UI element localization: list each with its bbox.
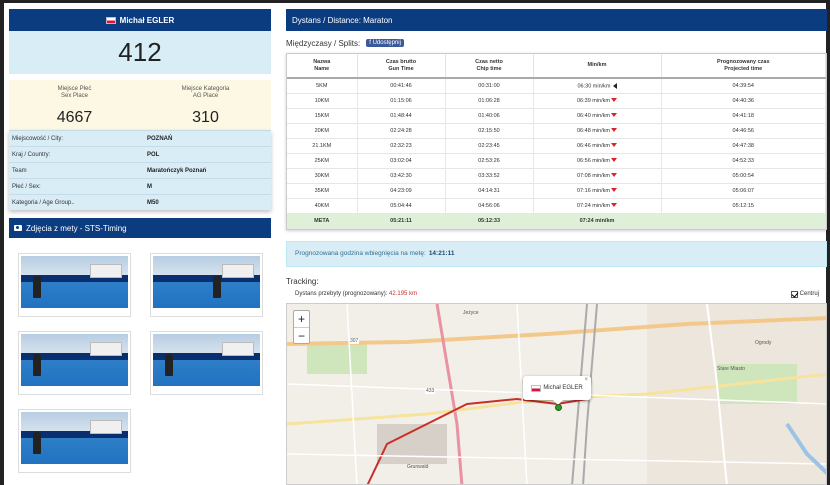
facebook-share-button[interactable]: f Udostępnij (366, 39, 404, 47)
split-row: 25KM 03:02:04 02:53:26 06:56 min/km 04:52:33 (287, 153, 826, 169)
runner-name: Michał EGLER (119, 15, 175, 25)
map-label: 433 (425, 388, 436, 394)
split-row: 10KM 01:15:06 01:06:28 06:39 min/km 04:40:36 (287, 93, 826, 109)
photos-header: Zdjęcia z mety - STS-Timing (9, 218, 271, 238)
splits-title: Międzyczasy / Splits: (286, 38, 361, 48)
info-row: Team Maratończyk Poznań (9, 162, 271, 178)
map-label: 307 (349, 338, 360, 344)
col-pace: Min/km (533, 54, 662, 79)
runner-header: Michał EGLER (9, 9, 271, 31)
distance-value: 42.195 km (389, 290, 418, 297)
trend-down-icon (611, 128, 617, 133)
info-row: Kraj / Country: POL (9, 146, 271, 162)
info-row: Kategoria / Age Group.. M50 (9, 194, 271, 210)
finish-photo-thumbnail[interactable] (150, 253, 263, 317)
runner-map-popup: Michał EGLER × (523, 376, 591, 405)
distance-covered: Dystans przebyty (prognozowany): 42.195 … (295, 290, 819, 298)
col-projected-time: Prognozowany czas Projected time (661, 54, 826, 79)
split-row: 30KM 03:42:30 03:33:52 07:08 min/km 05:00:54 (287, 168, 826, 184)
split-row: 21.1KM 02:32:23 02:23:45 06:46 min/km 04:47:… (287, 138, 826, 154)
splits-title-row: Międzyczasy / Splits: f Udostępnij (286, 37, 827, 49)
runner-info-table: Miejscowość / City: POZNAŃ Kraj / Country… (9, 130, 271, 210)
tracking-map[interactable]: Stare Miasto Ogrody 307 433 Jeżyce Grunw… (286, 303, 827, 485)
trend-left-icon (612, 82, 617, 89)
finish-photo-thumbnail[interactable] (150, 331, 263, 395)
zoom-control: + − (293, 310, 310, 344)
age-place-value: 310 (192, 109, 219, 126)
photos-title: Zdjęcia z mety - STS-Timing (26, 223, 127, 233)
splits-table: Nazwa Name Czas brutto Gun Time Czas netto… (286, 53, 827, 230)
info-row: Płeć / Sex: M (9, 178, 271, 194)
trend-down-icon (611, 188, 617, 193)
trend-down-icon (611, 203, 617, 208)
distance-header: Dystans / Distance: Maraton (286, 9, 827, 31)
camera-icon (14, 225, 22, 231)
center-toggle[interactable]: Centruj (790, 290, 819, 298)
tracking-title: Tracking: (286, 276, 319, 286)
poland-flag-icon (531, 384, 542, 392)
window-frame-left (0, 0, 4, 485)
split-row: 15KM 01:48:44 01:40:06 06:40 min/km 04:41:18 (287, 108, 826, 124)
split-row: 5KM 00:41:46 00:31:00 06:30 min/km 04:39:54 (287, 78, 826, 94)
center-checkbox[interactable] (790, 290, 798, 298)
finish-row: META 05:21:11 05:12:33 07:24 min/km (287, 213, 826, 229)
popup-close-icon[interactable]: × (584, 377, 588, 383)
splits-header-row: Nazwa Name Czas brutto Gun Time Czas netto… (287, 54, 826, 79)
trend-down-icon (611, 113, 617, 118)
trend-down-icon (611, 98, 617, 103)
map-label: Stare Miasto (717, 366, 746, 372)
runner-panel: Michał EGLER 412 Miejsce Płeć Sex Place … (9, 9, 271, 238)
window-frame-top (0, 0, 830, 3)
split-row: 20KM 02:24:28 02:15:50 06:48 min/km 04:46:56 (287, 123, 826, 139)
map-label: Grunwald (407, 464, 429, 470)
split-row: 40KM 05:04:44 04:56:06 07:24 min/km 05:12:15 (287, 198, 826, 214)
map-label: Jeżyce (463, 310, 479, 316)
sex-place-value: 4667 (56, 109, 93, 126)
popup-runner-name: Michał EGLER (543, 385, 583, 391)
finish-photo-thumbnail[interactable] (18, 409, 131, 473)
finish-photo-thumbnail[interactable] (18, 253, 131, 317)
split-row: 35KM 04:23:09 04:14:31 07:16 min/km 05:06:07 (287, 183, 826, 199)
info-row: Miejscowość / City: POZNAŃ (9, 130, 271, 146)
col-chip-time: Czas netto Chip time (445, 54, 534, 79)
trend-down-icon (611, 173, 617, 178)
poland-flag-icon (105, 16, 116, 24)
places-panel: Miejsce Płeć Sex Place 4667 Miejsce Kate… (9, 80, 271, 130)
runner-position-marker[interactable] (555, 404, 562, 411)
splits-panel: Dystans / Distance: Maraton Międzyczasy … (286, 9, 827, 485)
col-name: Nazwa Name (287, 54, 358, 79)
zoom-out-button[interactable]: − (294, 327, 309, 343)
trend-down-icon (611, 143, 617, 148)
finish-photo-thumbnail[interactable] (18, 331, 131, 395)
map-label: Ogrody (755, 340, 772, 346)
age-place: Miejsce Kategoria AG Place 310 (140, 80, 271, 130)
sex-place: Miejsce Płeć Sex Place 4667 (9, 80, 140, 130)
predicted-finish-time: 14:21:11 (428, 250, 455, 257)
trend-down-icon (611, 158, 617, 163)
zoom-in-button[interactable]: + (294, 311, 309, 327)
col-gun-time: Czas brutto Gun Time (357, 54, 446, 79)
bib-number: 412 (9, 31, 271, 74)
prediction-alert: Prognozowana godzina wbiegnięcia na metę… (286, 240, 827, 267)
